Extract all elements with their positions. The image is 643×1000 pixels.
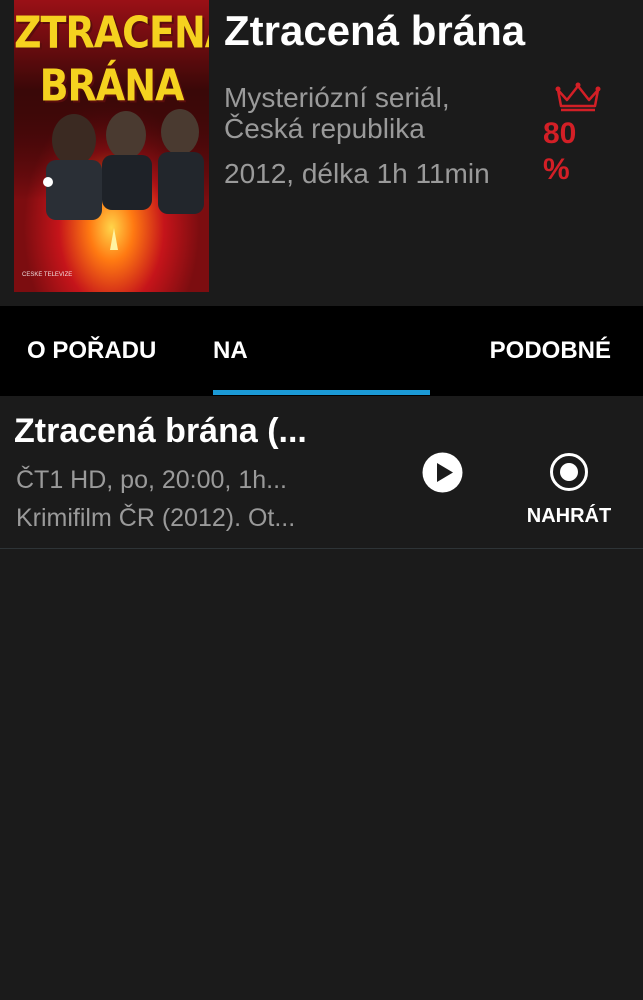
show-year-length: 2012, délka 1h 11min	[224, 158, 490, 189]
active-tab-indicator	[213, 390, 430, 395]
list-item[interactable]: Ztracená brána (... ČT1 HD, po, 20:00, 1…	[0, 396, 643, 549]
show-genre: Mysteriózní seriál,	[224, 82, 450, 113]
show-country: Česká republika	[224, 113, 425, 144]
record-button[interactable]: NAHRÁT	[517, 452, 621, 532]
tab-bar: O POŘADU NA PODOBNÉ	[0, 306, 643, 396]
broadcast-title: Ztracená brána (...	[14, 412, 307, 450]
play-icon[interactable]	[422, 452, 463, 493]
broadcast-channel-time: ČT1 HD, po, 20:00, 1h...	[16, 466, 287, 494]
broadcast-description: Krimifilm ČR (2012). Ot...	[16, 504, 296, 532]
broadcaster-logo: ČESKÉ TELEVIZE	[22, 272, 73, 278]
broadcast-list: Ztracená brána (... ČT1 HD, po, 20:00, 1…	[0, 396, 643, 549]
record-label: NAHRÁT	[526, 505, 612, 527]
record-icon	[550, 453, 588, 491]
tab-on-air[interactable]: NA	[213, 306, 248, 396]
show-header: ZTRACENÁ BRÁNA ČESKÉ TELEVIZE Ztracená b…	[0, 0, 643, 306]
tab-similar[interactable]: PODOBNÉ	[490, 306, 611, 396]
show-poster[interactable]: ZTRACENÁ BRÁNA ČESKÉ TELEVIZE	[14, 0, 209, 292]
poster-title: ZTRACENÁ BRÁNA	[14, 7, 209, 111]
rating-value: 80 %	[543, 117, 577, 186]
crown-icon	[555, 82, 601, 112]
show-title: Ztracená brána	[224, 7, 526, 54]
tab-about[interactable]: O POŘADU	[27, 306, 156, 396]
